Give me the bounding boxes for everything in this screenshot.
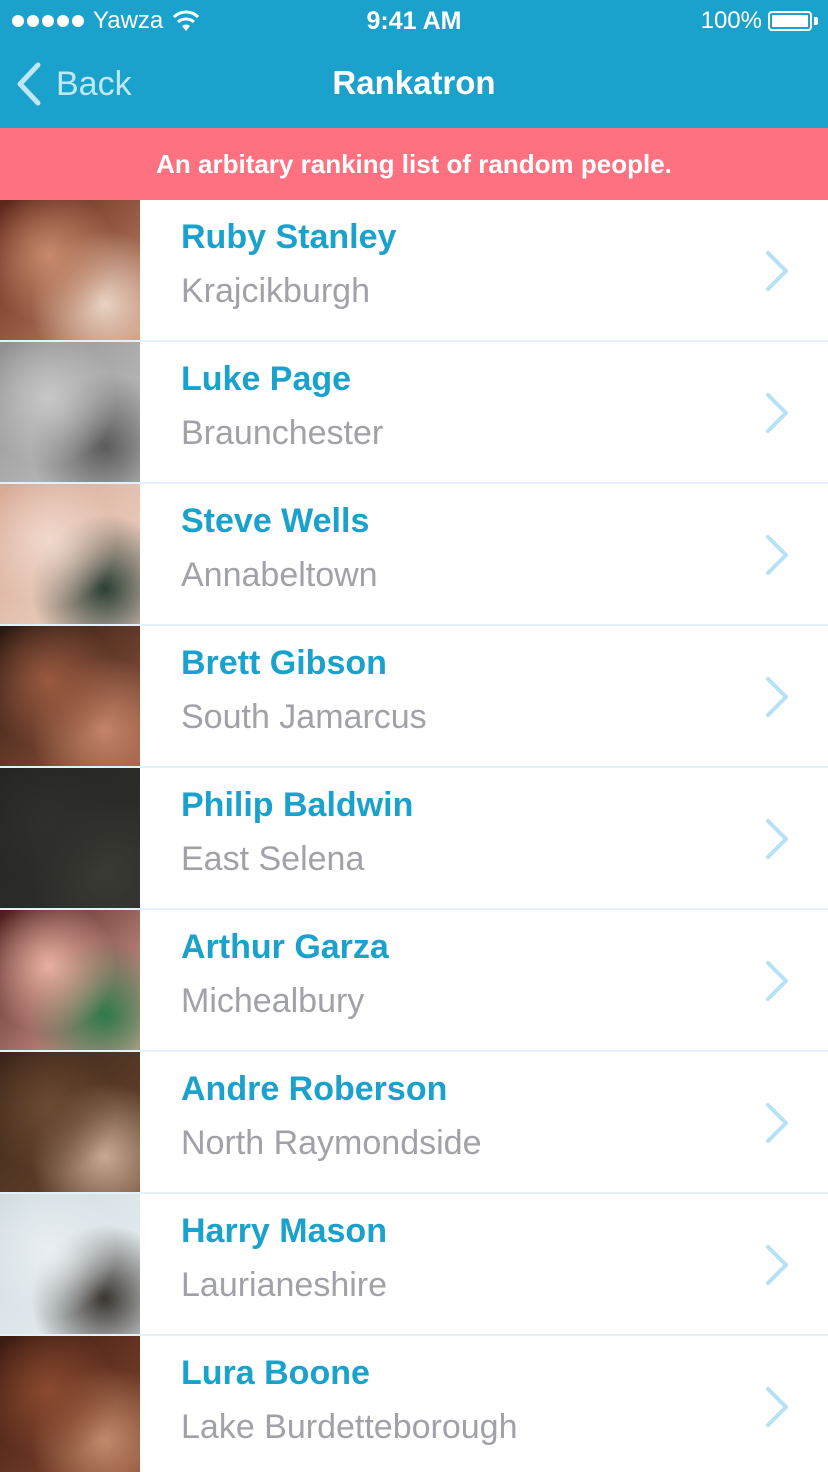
list-item[interactable]: Ruby Stanley Krajcikburgh bbox=[0, 200, 828, 342]
avatar bbox=[0, 910, 140, 1050]
person-name: Andre Roberson bbox=[181, 1070, 448, 1108]
status-bar: Yawza 9:41 AM 100% bbox=[0, 0, 828, 40]
person-name: Luke Page bbox=[181, 360, 352, 398]
person-name: Ruby Stanley bbox=[181, 218, 397, 256]
list-item[interactable]: Luke Page Braunchester bbox=[0, 342, 828, 484]
avatar bbox=[0, 200, 140, 340]
avatar bbox=[0, 1194, 140, 1334]
person-city: Braunchester bbox=[181, 414, 384, 452]
person-city: Lake Burdetteborough bbox=[181, 1408, 518, 1446]
list-item[interactable]: Philip Baldwin East Selena bbox=[0, 768, 828, 910]
person-city: Laurianeshire bbox=[181, 1266, 388, 1304]
chevron-right-icon bbox=[766, 1245, 788, 1285]
chevron-right-icon bbox=[766, 1387, 788, 1427]
person-city: South Jamarcus bbox=[181, 698, 427, 736]
info-banner: An arbitary ranking list of random peopl… bbox=[0, 128, 828, 200]
person-city: Annabeltown bbox=[181, 556, 378, 594]
list-item[interactable]: Steve Wells Annabeltown bbox=[0, 484, 828, 626]
list-item[interactable]: Harry Mason Laurianeshire bbox=[0, 1194, 828, 1336]
person-name: Philip Baldwin bbox=[181, 786, 414, 824]
avatar bbox=[0, 342, 140, 482]
person-name: Steve Wells bbox=[181, 502, 370, 540]
chevron-right-icon bbox=[766, 819, 788, 859]
person-city: Krajcikburgh bbox=[181, 272, 370, 310]
chevron-right-icon bbox=[766, 535, 788, 575]
chevron-right-icon bbox=[766, 393, 788, 433]
person-city: Michealbury bbox=[181, 982, 365, 1020]
avatar bbox=[0, 1336, 140, 1472]
header: Yawza 9:41 AM 100% Back Rankatron bbox=[0, 0, 828, 128]
person-city: East Selena bbox=[181, 840, 365, 878]
person-name: Lura Boone bbox=[181, 1354, 370, 1392]
page-title: Rankatron bbox=[332, 64, 496, 101]
avatar bbox=[0, 1052, 140, 1192]
chevron-right-icon bbox=[766, 1103, 788, 1143]
avatar bbox=[0, 626, 140, 766]
chevron-right-icon bbox=[766, 961, 788, 1001]
person-name: Brett Gibson bbox=[181, 644, 387, 682]
avatar bbox=[0, 768, 140, 908]
navigation-bar: Back Rankatron bbox=[0, 40, 828, 128]
person-name: Harry Mason bbox=[181, 1212, 387, 1250]
battery-percentage: 100% bbox=[700, 7, 762, 34]
list-item[interactable]: Brett Gibson South Jamarcus bbox=[0, 626, 828, 768]
avatar bbox=[0, 484, 140, 624]
chevron-right-icon bbox=[766, 251, 788, 291]
people-list: Ruby Stanley Krajcikburgh Luke Page Brau… bbox=[0, 200, 828, 1472]
app-screen: Yawza 9:41 AM 100% Back Rankatron An arb… bbox=[0, 0, 828, 1472]
battery-icon bbox=[768, 11, 812, 31]
battery-status: 100% bbox=[701, 7, 818, 35]
list-item[interactable]: Andre Roberson North Raymondside bbox=[0, 1052, 828, 1194]
list-item[interactable]: Arthur Garza Michealbury bbox=[0, 910, 828, 1052]
person-city: North Raymondside bbox=[181, 1124, 482, 1162]
chevron-right-icon bbox=[766, 677, 788, 717]
list-item[interactable]: Lura Boone Lake Burdetteborough bbox=[0, 1336, 828, 1472]
person-name: Arthur Garza bbox=[181, 928, 389, 966]
banner-text: An arbitary ranking list of random peopl… bbox=[156, 148, 672, 179]
battery-tip-icon bbox=[814, 17, 818, 25]
